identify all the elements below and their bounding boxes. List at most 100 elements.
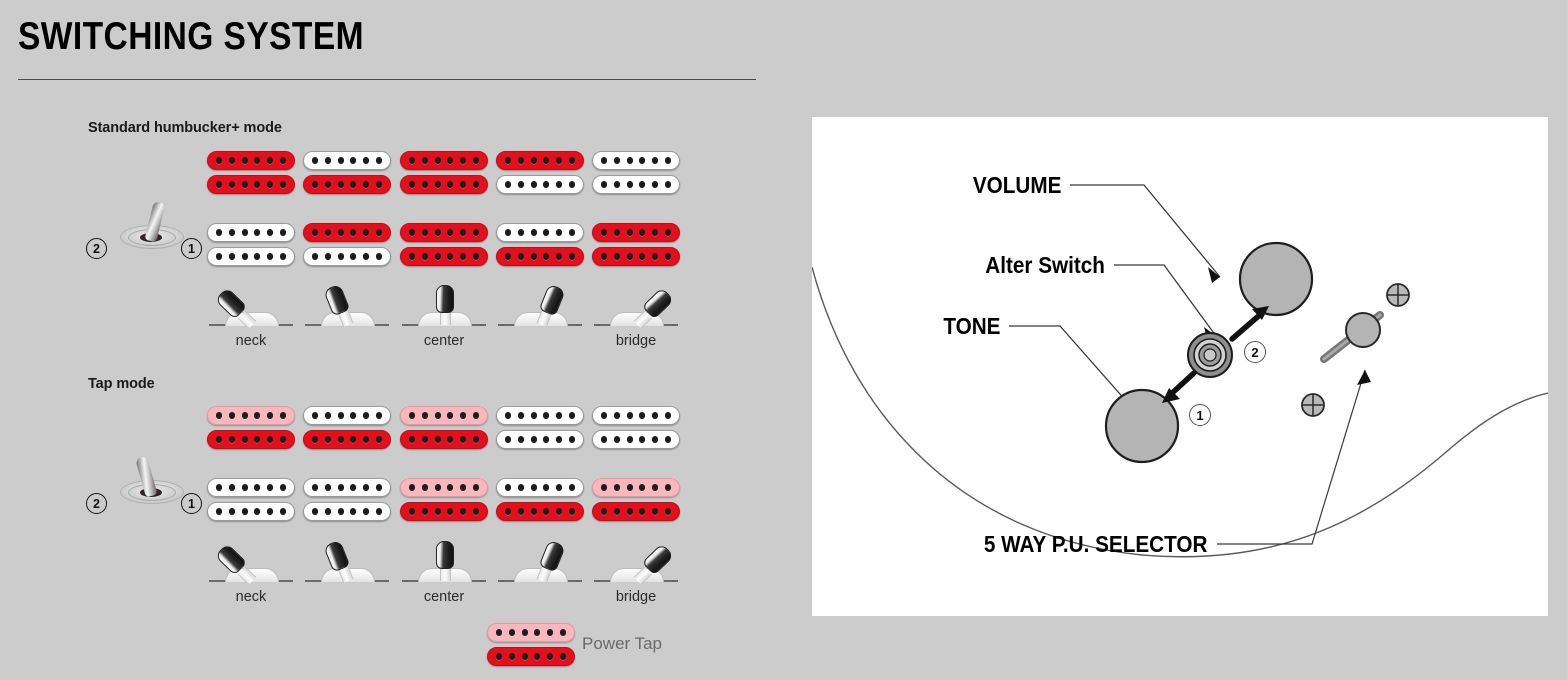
pole-piece xyxy=(228,157,235,164)
five-way-lever-position-3[interactable] xyxy=(402,541,486,592)
pole-piece xyxy=(600,484,608,491)
pole-piece xyxy=(517,508,524,515)
tone-arrowhead xyxy=(1129,411,1142,426)
coil-bottom xyxy=(496,247,584,266)
pole-piece xyxy=(228,181,235,188)
pole-piece xyxy=(530,181,537,188)
pole-piece xyxy=(311,508,319,515)
pole-piece xyxy=(254,436,261,443)
pole-piece xyxy=(472,253,480,260)
pole-piece xyxy=(375,436,383,443)
pole-piece xyxy=(363,508,370,515)
pole-piece xyxy=(568,253,576,260)
tone-leader-line xyxy=(1009,325,1143,420)
pole-piece xyxy=(472,508,480,515)
pole-piece xyxy=(556,253,563,260)
pole-piece xyxy=(279,253,287,260)
alter-switch-tap[interactable] xyxy=(114,455,188,506)
pole-piece xyxy=(434,181,441,188)
coil-top xyxy=(400,406,488,425)
switch-blade-tip xyxy=(436,541,454,569)
alter-switch-standard[interactable] xyxy=(114,200,188,251)
switch-position-1-tap: 1 xyxy=(181,493,202,514)
pole-piece xyxy=(408,157,416,164)
coil-bottom xyxy=(496,430,584,449)
pole-piece xyxy=(664,229,672,236)
volume-knob xyxy=(1238,241,1314,317)
humbucker-pickup xyxy=(400,151,488,195)
coil-top xyxy=(303,478,391,497)
selector-screw-lower xyxy=(1301,393,1325,417)
five-way-lever-position-5[interactable] xyxy=(594,287,678,336)
pole-piece xyxy=(460,508,467,515)
pole-piece xyxy=(324,508,331,515)
five-way-lever-position-5[interactable] xyxy=(594,543,678,592)
pole-piece xyxy=(517,157,524,164)
selector-position-label-neck: neck xyxy=(235,333,267,349)
pole-piece xyxy=(626,157,633,164)
pole-piece xyxy=(530,508,537,515)
pole-piece xyxy=(254,181,261,188)
pole-piece xyxy=(241,157,248,164)
pole-piece xyxy=(408,229,416,236)
coil-bottom xyxy=(496,175,584,194)
pole-piece xyxy=(311,229,319,236)
pole-piece xyxy=(568,508,576,515)
pole-piece xyxy=(530,436,537,443)
pole-piece xyxy=(600,253,608,260)
selector-leader-line xyxy=(1217,369,1366,545)
pole-piece xyxy=(350,229,357,236)
pole-piece xyxy=(215,253,223,260)
pole-piece xyxy=(652,157,659,164)
coil-bottom xyxy=(496,502,584,521)
pole-piece xyxy=(228,508,235,515)
pole-piece xyxy=(626,436,633,443)
alter-switch-ring-2 xyxy=(1193,338,1227,372)
pole-piece xyxy=(267,436,274,443)
five-way-lever-position-3[interactable] xyxy=(402,285,486,336)
pole-piece xyxy=(337,157,344,164)
five-way-selector-label: 5 WAY P.U. SELECTOR xyxy=(983,531,1207,557)
pole-piece xyxy=(408,253,416,260)
pole-piece xyxy=(350,253,357,260)
pole-piece xyxy=(434,229,441,236)
coil-top xyxy=(400,478,488,497)
pole-piece xyxy=(504,484,512,491)
humbucker-pickup xyxy=(400,406,488,450)
pole-piece xyxy=(363,253,370,260)
pole-piece xyxy=(600,436,608,443)
selector-arrowhead xyxy=(1357,370,1371,385)
pole-piece xyxy=(472,229,480,236)
pole-piece xyxy=(324,181,331,188)
five-way-lever-position-1[interactable] xyxy=(209,543,293,592)
pole-piece xyxy=(350,157,357,164)
pole-piece xyxy=(254,157,261,164)
humbucker-pickup xyxy=(592,151,680,195)
five-way-lever-position-4[interactable] xyxy=(498,539,582,592)
power-tap-label: Power Tap xyxy=(582,634,663,653)
five-way-lever-position-2[interactable] xyxy=(305,283,389,336)
pole-piece xyxy=(434,484,441,491)
pole-piece xyxy=(337,181,344,188)
pole-piece xyxy=(626,508,633,515)
pole-piece xyxy=(408,436,416,443)
pole-piece xyxy=(375,508,383,515)
five-way-lever-position-2[interactable] xyxy=(305,539,389,592)
pole-piece xyxy=(664,484,672,491)
pole-piece xyxy=(241,412,248,419)
pole-piece xyxy=(215,229,223,236)
coil-bottom xyxy=(400,247,488,266)
pole-piece xyxy=(279,229,287,236)
pole-piece xyxy=(639,484,646,491)
five-way-lever-position-4[interactable] xyxy=(498,283,582,336)
pole-piece xyxy=(652,412,659,419)
five-way-lever-position-1[interactable] xyxy=(209,287,293,336)
pole-piece xyxy=(447,436,454,443)
pole-piece xyxy=(241,484,248,491)
pole-piece xyxy=(421,157,428,164)
coil-top xyxy=(303,223,391,242)
alter-switch-center xyxy=(1203,348,1217,362)
pole-piece xyxy=(460,229,467,236)
pole-piece xyxy=(311,436,319,443)
pole-piece xyxy=(639,229,646,236)
